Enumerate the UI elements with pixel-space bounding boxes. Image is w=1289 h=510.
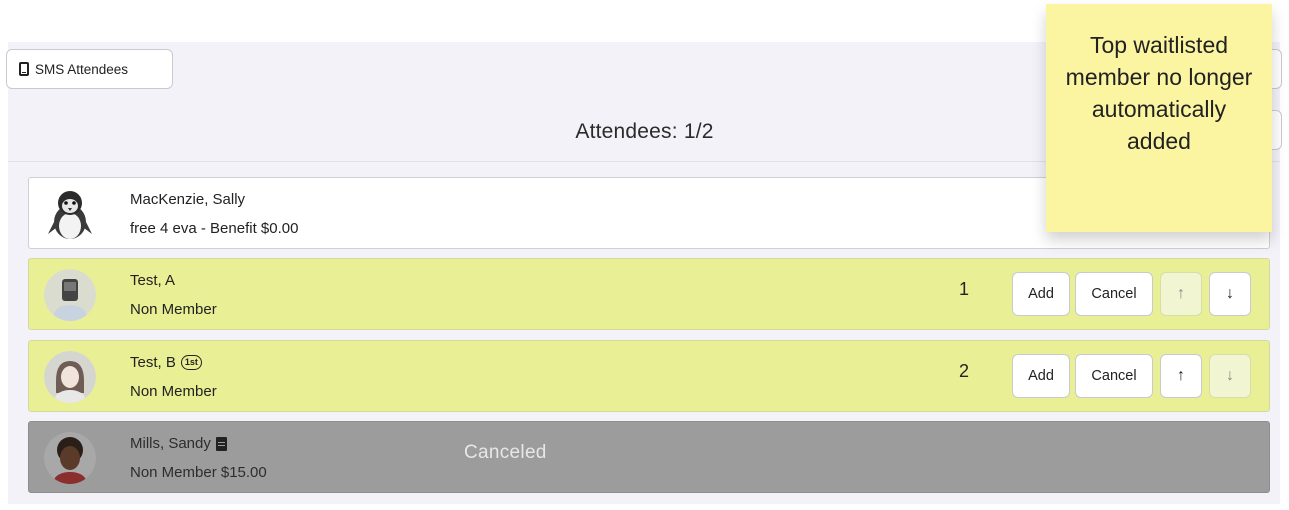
- attendee-detail: free 4 eva - Benefit $0.00: [130, 220, 299, 237]
- avatar: [44, 432, 96, 484]
- waitlist-row: Test, B 1st Non Member 2 Add Cancel ↑ ↓: [28, 340, 1270, 412]
- move-up-button[interactable]: ↑: [1160, 272, 1202, 316]
- arrow-up-icon: ↑: [1177, 367, 1185, 384]
- document-icon[interactable]: [215, 436, 227, 451]
- avatar: [44, 188, 96, 240]
- attendee-name-text: Test, B: [130, 354, 176, 371]
- attendee-name: Test, A: [130, 272, 176, 289]
- add-button[interactable]: Add: [1012, 354, 1070, 398]
- phone-icon: [19, 62, 29, 76]
- attendee-name: MacKenzie, Sally: [130, 191, 246, 208]
- avatar: [44, 351, 96, 403]
- sms-attendees-button[interactable]: SMS Attendees: [6, 49, 173, 89]
- sticky-note: Top waitlisted member no longer automati…: [1046, 4, 1272, 232]
- waitlist-position: 1: [959, 279, 970, 299]
- move-down-button[interactable]: ↓: [1209, 272, 1251, 316]
- cancel-button[interactable]: Cancel: [1075, 354, 1153, 398]
- cancel-button[interactable]: Cancel: [1075, 272, 1153, 316]
- canceled-row: Mills, Sandy Non Member $15.00 Canceled: [28, 421, 1270, 493]
- sms-attendees-label: SMS Attendees: [35, 61, 129, 77]
- attendee-name-text: Mills, Sandy: [130, 435, 211, 452]
- sticky-note-text: Top waitlisted member no longer automati…: [1065, 32, 1253, 154]
- waitlist-row: Test, A Non Member 1 Add Cancel ↑ ↓: [28, 258, 1270, 330]
- attendee-detail: Non Member: [130, 301, 217, 318]
- first-time-badge: 1st: [180, 355, 202, 370]
- waitlist-position: 2: [959, 361, 970, 381]
- arrow-down-icon: ↓: [1226, 367, 1234, 384]
- attendee-detail: Non Member: [130, 383, 217, 400]
- arrow-down-icon: ↓: [1226, 285, 1234, 302]
- attendee-detail: Non Member $15.00: [130, 464, 267, 481]
- attendee-name: Test, B 1st: [130, 354, 202, 371]
- arrow-up-icon: ↑: [1177, 285, 1185, 302]
- move-up-button[interactable]: ↑: [1160, 354, 1202, 398]
- avatar: [44, 269, 96, 321]
- canceled-status-label: Canceled: [464, 442, 547, 463]
- move-down-button[interactable]: ↓: [1209, 354, 1251, 398]
- attendee-name: Mills, Sandy: [130, 435, 227, 452]
- add-button[interactable]: Add: [1012, 272, 1070, 316]
